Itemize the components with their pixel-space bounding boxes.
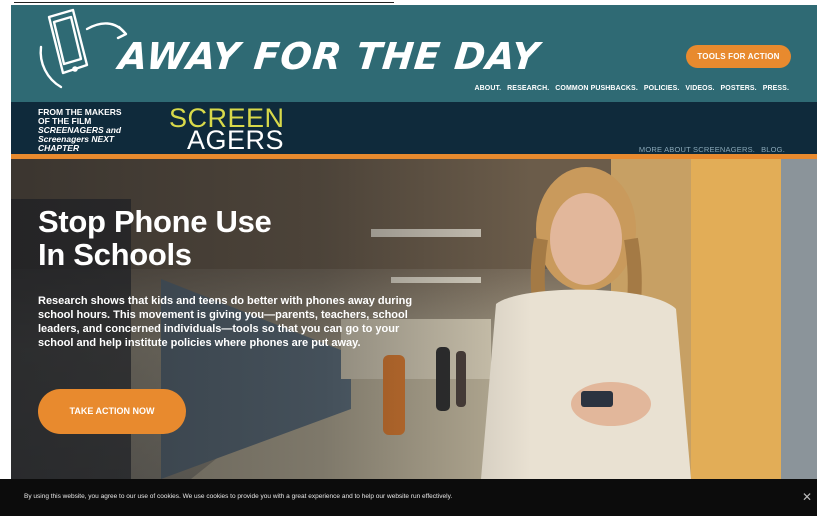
screenagers-nav: MORE ABOUT SCREENAGERS. BLOG. [639,145,785,154]
makers-note: FROM THE MAKERS OF THE FILM SCREENAGERS … [38,108,148,153]
tools-for-action-button[interactable]: TOOLS FOR ACTION [686,45,791,68]
hero-description: Research shows that kids and teens do be… [38,295,413,349]
nav-policies[interactable]: POLICIES. [644,85,680,92]
nav-about[interactable]: ABOUT. [474,85,501,92]
close-icon[interactable]: ✕ [801,491,813,503]
nav-videos[interactable]: VIDEOS. [685,85,714,92]
nav-blog[interactable]: BLOG. [761,145,785,154]
cookie-banner: By using this website, you agree to our … [0,479,817,516]
screenagers-logo-bottom[interactable]: AGERS [187,127,284,154]
main-nav: ABOUT. RESEARCH. COMMON PUSHBACKS. POLIC… [474,85,789,92]
hero-section: Stop Phone Use In Schools Research shows… [11,159,817,479]
phone-logo-icon[interactable] [35,7,131,91]
nav-research[interactable]: RESEARCH. [507,85,549,92]
site-logo-text[interactable]: AWAY FOR THE DAY [117,35,542,78]
hero-title-line-1: Stop Phone Use [38,204,272,239]
top-link-underline [14,0,394,3]
site-header: AWAY FOR THE DAY TOOLS FOR ACTION ABOUT.… [11,5,817,102]
hero-title-line-2: In Schools [38,237,192,272]
nav-more-about-screenagers[interactable]: MORE ABOUT SCREENAGERS. [639,145,755,154]
nav-common-pushbacks[interactable]: COMMON PUSHBACKS. [555,85,638,92]
nav-press[interactable]: PRESS. [763,85,789,92]
take-action-now-button[interactable]: TAKE ACTION NOW [38,389,186,434]
makers-line-5: CHAPTER [38,143,80,153]
hero-title: Stop Phone Use In Schools [38,205,368,271]
nav-posters[interactable]: POSTERS. [721,85,757,92]
screenagers-bar: FROM THE MAKERS OF THE FILM SCREENAGERS … [11,102,817,154]
cookie-notice-text: By using this website, you agree to our … [24,493,453,500]
